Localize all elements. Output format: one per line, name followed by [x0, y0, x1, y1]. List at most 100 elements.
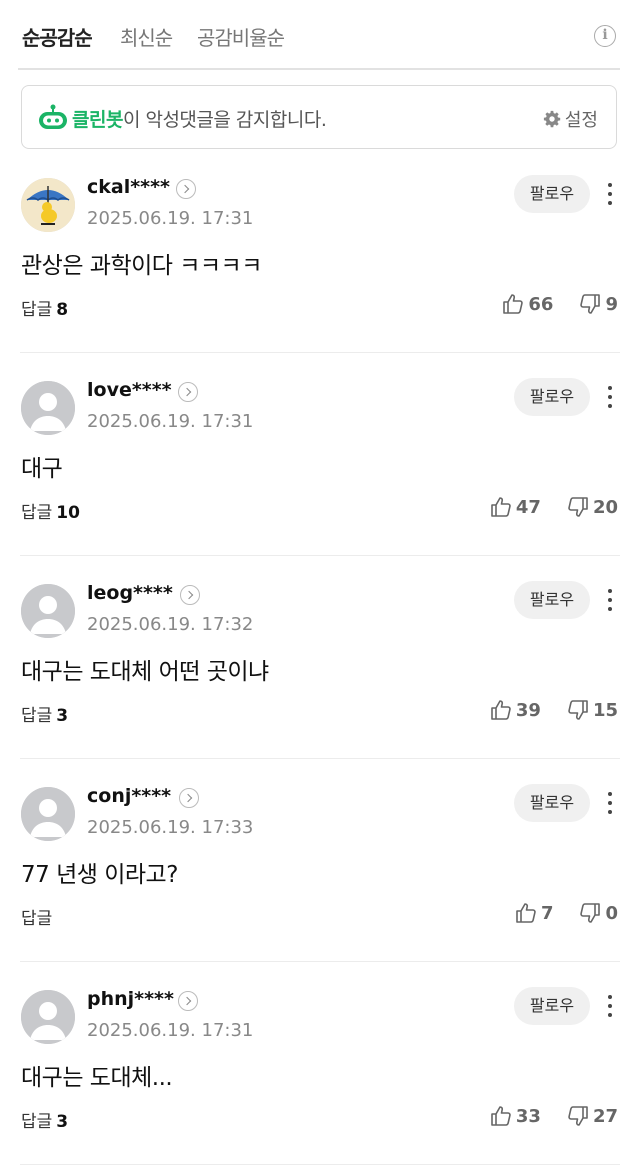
reply-button[interactable]: 답글 3: [21, 1107, 68, 1132]
chevron-right-icon[interactable]: [178, 382, 198, 402]
avatar[interactable]: [21, 381, 75, 435]
tab-latest[interactable]: 최신순: [120, 22, 173, 51]
follow-button[interactable]: 팔로우: [514, 175, 590, 213]
tab-sympathy-ratio[interactable]: 공감비율순: [197, 22, 285, 51]
reply-button[interactable]: 답글 8: [21, 295, 68, 320]
tabs-divider: [18, 68, 620, 70]
comment-item: leog**** 2025.06.19. 17:32 팔로우 대구는 도대체 어…: [0, 556, 640, 759]
cleanbot-banner: 클린봇이 악성댓글을 감지합니다. 설정: [21, 85, 617, 149]
like-button[interactable]: 47: [490, 496, 541, 518]
reply-count: 3: [56, 1112, 69, 1132]
reply-count: 3: [56, 706, 69, 726]
comment-date: 2025.06.19. 17:31: [87, 411, 254, 432]
vote-area: 7 0: [515, 902, 618, 924]
cleanbot-message: 클린봇이 악성댓글을 감지합니다.: [72, 105, 327, 132]
like-button[interactable]: 66: [502, 293, 553, 315]
umbrella-bird-avatar-icon: [21, 178, 75, 232]
default-avatar-icon: [21, 381, 75, 435]
comment-text: 77 년생 이라고?: [21, 862, 178, 888]
like-button[interactable]: 33: [490, 1105, 541, 1127]
like-count: 39: [515, 699, 541, 721]
vote-area: 33 27: [490, 1105, 618, 1127]
reply-button[interactable]: 답글 10: [21, 498, 80, 523]
more-options-icon[interactable]: [602, 586, 618, 616]
comment-item: phnj**** 2025.06.19. 17:31 팔로우 대구는 도대체..…: [0, 962, 640, 1165]
more-options-icon[interactable]: [602, 992, 618, 1022]
like-count: 33: [515, 1105, 541, 1127]
cleanbot-text: 이 악성댓글을 감지합니다.: [122, 109, 327, 131]
username[interactable]: ckal****: [87, 176, 170, 198]
username[interactable]: phnj****: [87, 988, 174, 1010]
dislike-button[interactable]: 9: [579, 293, 618, 315]
chevron-right-icon[interactable]: [180, 585, 200, 605]
reply-label: 답글: [21, 1112, 53, 1132]
reply-count: 8: [56, 300, 69, 320]
dislike-button[interactable]: 15: [567, 699, 618, 721]
reply-count: 10: [56, 503, 80, 523]
reply-label: 답글: [21, 706, 53, 726]
default-avatar-icon: [21, 584, 75, 638]
reply-label: 답글: [21, 503, 53, 523]
avatar[interactable]: [21, 990, 75, 1044]
thumbs-up-icon: [516, 903, 536, 923]
follow-button[interactable]: 팔로우: [514, 784, 590, 822]
settings-label: 설정: [564, 110, 598, 131]
follow-button[interactable]: 팔로우: [514, 378, 590, 416]
comment-text: 대구: [21, 456, 63, 482]
like-button[interactable]: 39: [490, 699, 541, 721]
cleanbot-settings-button[interactable]: 설정: [543, 106, 598, 132]
follow-button[interactable]: 팔로우: [514, 581, 590, 619]
comment-text: 관상은 과학이다 ㅋㅋㅋㅋ: [21, 253, 262, 279]
thumbs-up-icon: [503, 294, 524, 314]
info-icon[interactable]: i: [594, 25, 616, 47]
default-avatar-icon: [21, 990, 75, 1044]
comment-divider: [20, 1164, 620, 1165]
vote-area: 39 15: [490, 699, 618, 721]
comment-item: love**** 2025.06.19. 17:31 팔로우 대구 답글 10 4…: [0, 353, 640, 556]
dislike-count: 20: [592, 496, 618, 518]
dislike-button[interactable]: 20: [567, 496, 618, 518]
comment-date: 2025.06.19. 17:32: [87, 614, 254, 635]
reply-label: 답글: [21, 909, 53, 929]
follow-button[interactable]: 팔로우: [514, 987, 590, 1025]
chevron-right-icon[interactable]: [179, 788, 199, 808]
comment-date: 2025.06.19. 17:31: [87, 1020, 254, 1041]
username[interactable]: leog****: [87, 582, 173, 604]
chevron-right-icon[interactable]: [176, 179, 196, 199]
username[interactable]: love****: [87, 379, 172, 401]
thumbs-down-icon: [568, 1106, 588, 1126]
avatar[interactable]: [21, 178, 75, 232]
comment-text: 대구는 도대체...: [21, 1065, 173, 1091]
comment-text: 대구는 도대체 어떤 곳이냐: [21, 659, 269, 685]
vote-area: 66 9: [502, 293, 618, 315]
vote-area: 47 20: [490, 496, 618, 518]
comment-item: conj**** 2025.06.19. 17:33 팔로우 77 년생 이라고…: [0, 759, 640, 962]
username[interactable]: conj****: [87, 785, 171, 807]
reply-button[interactable]: 답글: [21, 904, 56, 929]
more-options-icon[interactable]: [602, 383, 618, 413]
avatar[interactable]: [21, 787, 75, 841]
like-count: 47: [515, 496, 541, 518]
chevron-right-icon[interactable]: [178, 991, 198, 1011]
reply-button[interactable]: 답글 3: [21, 701, 68, 726]
thumbs-down-icon: [580, 903, 601, 923]
more-options-icon[interactable]: [602, 789, 618, 819]
cleanbot-brand: 클린봇: [72, 109, 123, 131]
comment-date: 2025.06.19. 17:33: [87, 817, 254, 838]
more-options-icon[interactable]: [602, 180, 618, 210]
comment-date: 2025.06.19. 17:31: [87, 208, 254, 229]
thumbs-up-icon: [491, 1106, 511, 1126]
dislike-count: 15: [592, 699, 618, 721]
like-count: 7: [540, 902, 554, 924]
comment-item: ckal**** 2025.06.19. 17:31 팔로우 관상은 과학이다 …: [0, 150, 640, 353]
avatar[interactable]: [21, 584, 75, 638]
like-button[interactable]: 7: [515, 902, 554, 924]
dislike-button[interactable]: 27: [567, 1105, 618, 1127]
dislike-button[interactable]: 0: [579, 902, 618, 924]
thumbs-down-icon: [580, 294, 601, 314]
tab-sympathy[interactable]: 순공감순: [22, 22, 93, 51]
thumbs-up-icon: [491, 700, 511, 720]
sort-tabs: 순공감순 최신순 공감비율순 i: [0, 0, 640, 70]
dislike-count: 0: [605, 902, 618, 924]
like-count: 66: [528, 293, 554, 315]
